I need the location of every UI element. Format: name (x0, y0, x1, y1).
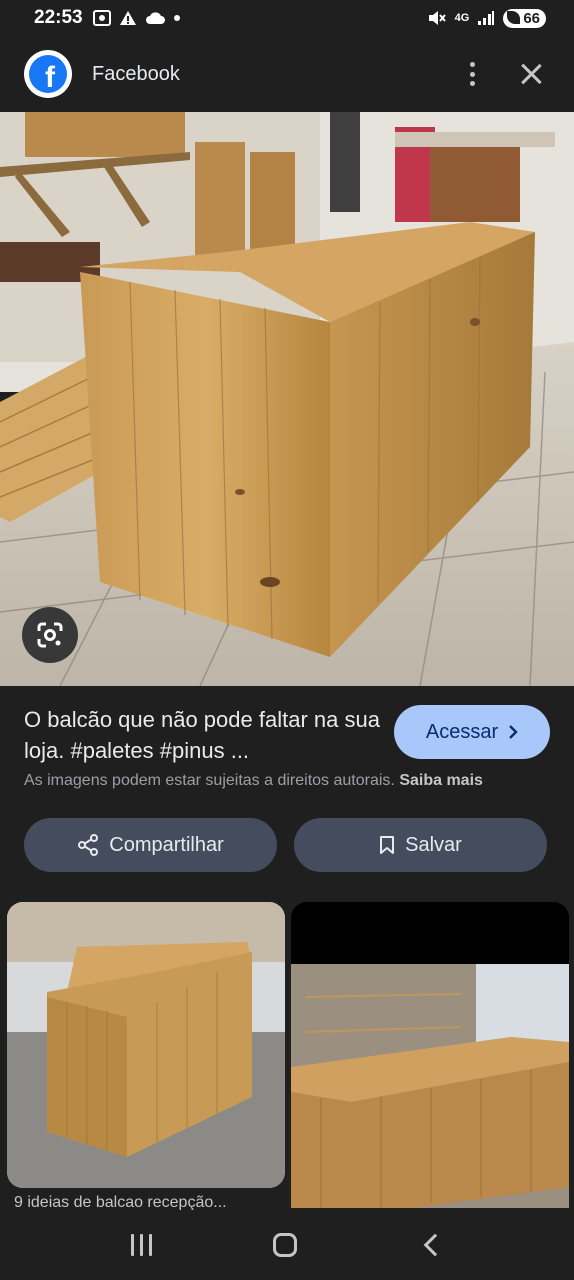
network-4g-icon: 4G (454, 11, 470, 24)
related-image-1[interactable] (7, 902, 285, 1188)
status-right-icons: 4G 66 (427, 8, 546, 28)
close-icon[interactable] (518, 61, 544, 87)
related-counter-photo-1 (7, 902, 285, 1188)
chevron-right-icon (509, 725, 518, 739)
save-button-label: Salvar (405, 833, 462, 856)
recents-icon[interactable] (130, 1234, 152, 1256)
wooden-counter-photo (0, 112, 574, 686)
share-button[interactable]: Compartilhar (24, 818, 277, 872)
copyright-text: As imagens podem estar sujeitas a direit… (24, 772, 395, 789)
battery-indicator: 66 (503, 8, 546, 28)
related-image-2[interactable] (291, 902, 569, 1208)
signal-icon (478, 11, 495, 25)
status-bar: 22:53 4G 66 (0, 0, 574, 36)
visit-button-label: Acessar (425, 720, 499, 743)
status-time: 22:53 (34, 7, 83, 28)
system-nav-bar (0, 1210, 574, 1280)
source-title: Facebook (92, 62, 180, 85)
copyright-notice: As imagens podem estar sujeitas a direit… (24, 772, 554, 790)
battery-saver-icon (507, 10, 521, 24)
facebook-logo-icon: f (24, 50, 72, 98)
image-caption[interactable]: O balcão que não pode faltar na sua loja… (24, 704, 384, 766)
status-left-icons (92, 10, 181, 26)
related-counter-photo-2 (291, 902, 569, 1208)
facebook-logo-letter: f (45, 61, 55, 93)
share-icon (78, 834, 99, 856)
app-bar: f Facebook (0, 36, 574, 112)
dot-icon (173, 15, 180, 21)
google-lens-icon (37, 622, 63, 648)
visit-button[interactable]: Acessar (394, 705, 550, 759)
lens-search-button[interactable] (22, 607, 78, 663)
bookmark-icon (380, 836, 395, 854)
cloud-icon (145, 12, 165, 24)
learn-more-link[interactable]: Saiba mais (399, 772, 483, 789)
screenshot-icon (92, 10, 111, 26)
mute-icon (428, 11, 446, 25)
more-vert-icon[interactable] (460, 60, 484, 88)
battery-level: 66 (523, 9, 540, 27)
save-button[interactable]: Salvar (294, 818, 547, 872)
home-icon[interactable] (273, 1233, 298, 1257)
main-image[interactable] (0, 112, 574, 686)
warning-icon (119, 11, 136, 25)
share-button-label: Compartilhar (109, 833, 224, 856)
back-icon[interactable] (423, 1233, 447, 1257)
